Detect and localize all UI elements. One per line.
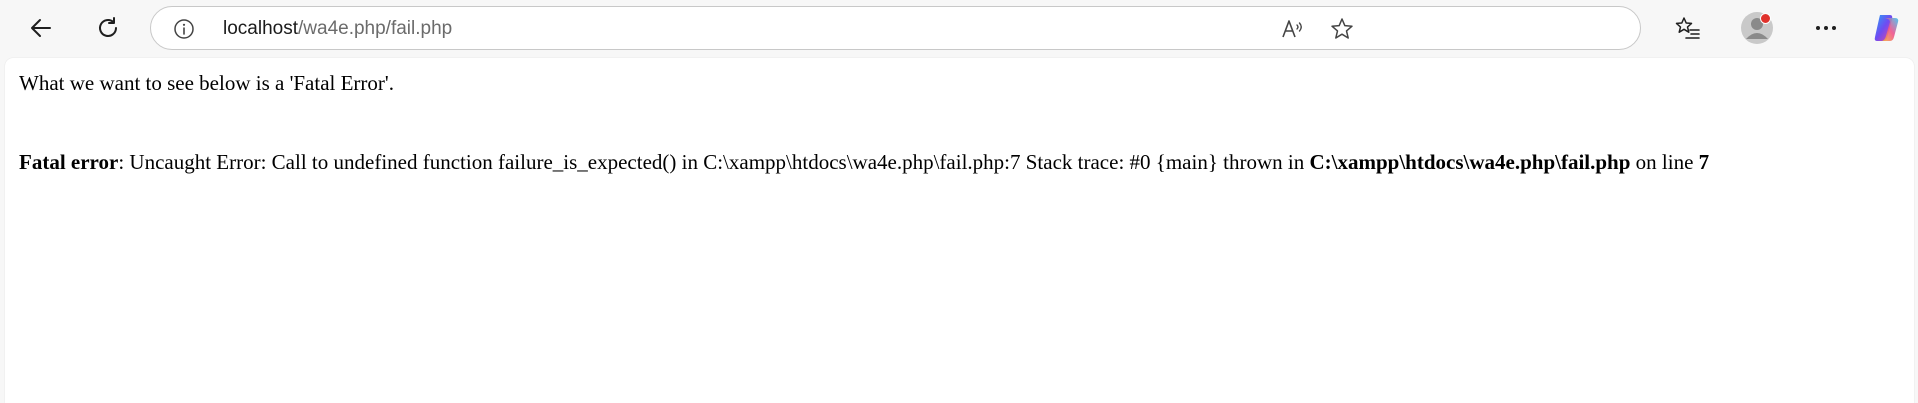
read-aloud-icon[interactable] (1278, 14, 1308, 44)
profile-avatar-icon[interactable] (1737, 8, 1777, 48)
refresh-icon[interactable] (88, 8, 128, 48)
favorites-icon[interactable] (1668, 8, 1708, 48)
copilot-icon[interactable] (1867, 8, 1907, 48)
php-error-message: Fatal error: Uncaught Error: Call to und… (19, 149, 1900, 176)
line-break-spacer (19, 97, 1900, 149)
notification-dot (1760, 13, 1771, 24)
url-host: localhost (223, 18, 298, 39)
browser-toolbar: localhost/wa4e.php/fail.php (0, 0, 1918, 58)
address-bar[interactable]: localhost/wa4e.php/fail.php (150, 6, 1641, 50)
error-on-line-text: on line (1630, 150, 1699, 174)
error-text: : Uncaught Error: Call to undefined func… (118, 150, 1310, 174)
page-viewport: What we want to see below is a 'Fatal Er… (5, 58, 1914, 403)
star-icon[interactable] (1327, 14, 1357, 44)
error-file: C:\xampp\htdocs\wa4e.php\fail.php (1309, 150, 1631, 174)
intro-text: What we want to see below is a 'Fatal Er… (19, 71, 394, 95)
url-path: /wa4e.php/fail.php (298, 18, 453, 39)
back-arrow-icon[interactable] (21, 8, 61, 48)
more-icon[interactable] (1806, 8, 1846, 48)
url-text[interactable]: localhost/wa4e.php/fail.php (223, 17, 452, 41)
error-label: Fatal error (19, 150, 119, 174)
error-line-number: 7 (1698, 150, 1710, 174)
info-icon[interactable] (173, 18, 195, 40)
page-content: What we want to see below is a 'Fatal Er… (5, 58, 1914, 176)
